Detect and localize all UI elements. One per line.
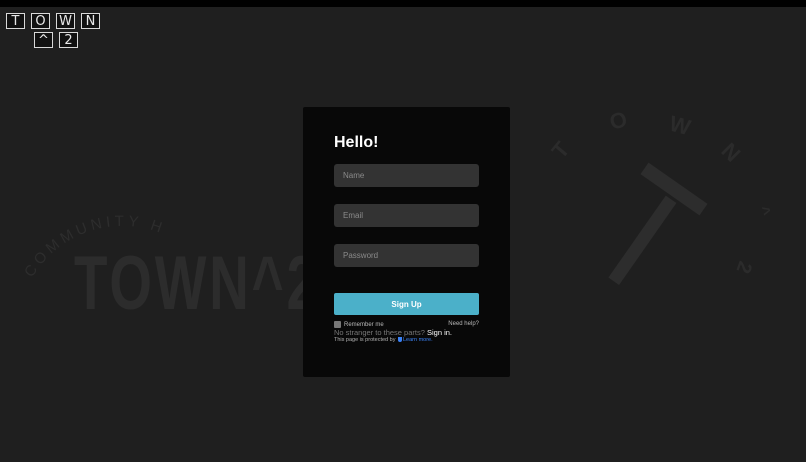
watermark-letter: T [547,136,575,163]
sign-up-button[interactable]: Sign Up [334,293,479,315]
logo-tile: W [56,13,75,29]
email-field[interactable] [334,204,479,227]
sign-in-prompt: No stranger to these parts? Sign in. [334,328,452,337]
watermark-letter: O [607,106,630,135]
shield-icon [397,337,402,342]
remember-me-label: Remember me [344,321,384,328]
page-title: Hello! [334,134,379,151]
watermark-town-text: TOWN^2 [74,241,320,326]
logo-tile: ^ [34,32,53,48]
watermark-letter: W [667,111,694,141]
logo-tile: T [6,13,25,29]
logo-tile: N [81,13,100,29]
remember-me[interactable]: Remember me [334,321,384,328]
signup-card: Hello! Sign Up Remember me Need help? No… [303,107,510,377]
logo-tile: 2 [59,32,78,48]
top-bar [0,0,806,7]
hammer-icon [608,162,708,285]
password-field[interactable] [334,244,479,267]
learn-more-link[interactable]: Learn more. [403,337,433,343]
stranger-text: No stranger to these parts? [334,328,425,337]
sign-in-link[interactable]: Sign in. [427,328,452,337]
protection-notice: This page is protected by Learn more. [334,337,433,343]
remember-me-checkbox[interactable] [334,321,341,328]
town-hammer-watermark: T O W N ^ 2 [547,106,773,285]
need-help-link[interactable]: Need help? [448,321,479,327]
name-field[interactable] [334,164,479,187]
town-logo[interactable]: T O W N ^ 2 [6,13,100,51]
logo-tile: O [31,13,50,29]
watermark-letter: ^ [754,205,773,218]
protected-text: This page is protected by [334,337,396,343]
watermark-letter: N [716,138,745,167]
watermark-letter: 2 [731,258,755,276]
